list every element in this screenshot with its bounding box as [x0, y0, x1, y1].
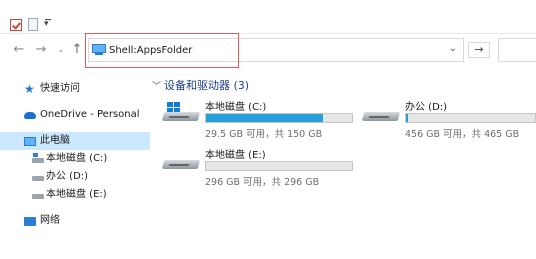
sidebar-item-drive-c[interactable]: 本地磁盘 (C:)	[0, 150, 150, 168]
group-header-label: 设备和驱动器 (3)	[164, 79, 250, 92]
drive-usage-bar	[205, 161, 353, 171]
back-button[interactable]: ←	[12, 43, 26, 57]
forward-button[interactable]: →	[34, 43, 48, 57]
sidebar-item-drive-d[interactable]: 办公 (D:)	[0, 168, 150, 186]
customize-toolbar-dropdown[interactable]: ▾	[44, 18, 51, 30]
recent-locations-button[interactable]: ⌄	[56, 43, 66, 57]
drive-name: 本地磁盘 (C:)	[205, 102, 267, 113]
windows-drive-icon	[32, 153, 44, 163]
group-header-devices[interactable]: ﹀ 设备和驱动器 (3)	[152, 77, 249, 93]
sidebar-item-label: 此电脑	[40, 135, 70, 146]
sidebar-item-label: 本地磁盘 (C:)	[46, 153, 108, 164]
network-icon	[24, 217, 36, 226]
drive-name: 本地磁盘 (E:)	[205, 150, 266, 161]
windows-drive-icon	[161, 102, 201, 122]
quick-access-toolbar: ▾	[0, 0, 536, 34]
sidebar-item-label: 快速访问	[40, 83, 80, 94]
sidebar-item-label: 办公 (D:)	[46, 171, 89, 182]
computer-icon	[24, 137, 36, 146]
address-bar[interactable]: ⌄	[88, 38, 464, 62]
go-button[interactable]: →	[468, 42, 490, 58]
star-icon: ★	[24, 82, 35, 96]
drive-icon	[161, 156, 201, 170]
navigation-pane: ★ 快速访问 OneDrive - Personal 此电脑 本地磁盘 (C:)…	[0, 70, 150, 259]
computer-icon	[92, 44, 106, 55]
sidebar-item-onedrive[interactable]: OneDrive - Personal	[0, 106, 150, 124]
chevron-down-icon: ﹀	[152, 82, 162, 92]
new-folder-icon[interactable]	[28, 18, 38, 31]
address-dropdown-button[interactable]: ⌄	[449, 43, 457, 54]
drive-icon	[32, 194, 44, 199]
drive-usage-bar	[205, 113, 353, 123]
sidebar-item-label: 本地磁盘 (E:)	[46, 189, 107, 200]
sidebar-item-label: OneDrive - Personal	[40, 109, 140, 120]
address-input[interactable]	[109, 42, 429, 58]
drive-space-info: 29.5 GB 可用，共 150 GB	[205, 129, 323, 140]
drive-usage-fill	[206, 114, 324, 122]
toolbar-divider	[0, 33, 536, 34]
sidebar-item-this-pc[interactable]: 此电脑	[0, 132, 150, 150]
cloud-icon	[24, 112, 36, 119]
search-input[interactable]	[498, 38, 536, 62]
sidebar-item-label: 网络	[40, 215, 60, 226]
up-button[interactable]: ↑	[70, 43, 84, 57]
drive-usage-bar	[405, 113, 536, 123]
drive-icon	[361, 108, 401, 122]
drive-icon	[32, 176, 44, 181]
drive-usage-fill	[406, 114, 409, 122]
drive-space-info: 296 GB 可用，共 296 GB	[205, 177, 320, 188]
drive-space-info: 456 GB 可用，共 465 GB	[405, 129, 520, 140]
sidebar-item-quick-access[interactable]: ★ 快速访问	[0, 80, 150, 98]
sidebar-item-network[interactable]: 网络	[0, 212, 150, 230]
properties-icon[interactable]	[10, 19, 22, 31]
drive-name: 办公 (D:)	[405, 102, 448, 113]
sidebar-item-drive-e[interactable]: 本地磁盘 (E:)	[0, 186, 150, 204]
